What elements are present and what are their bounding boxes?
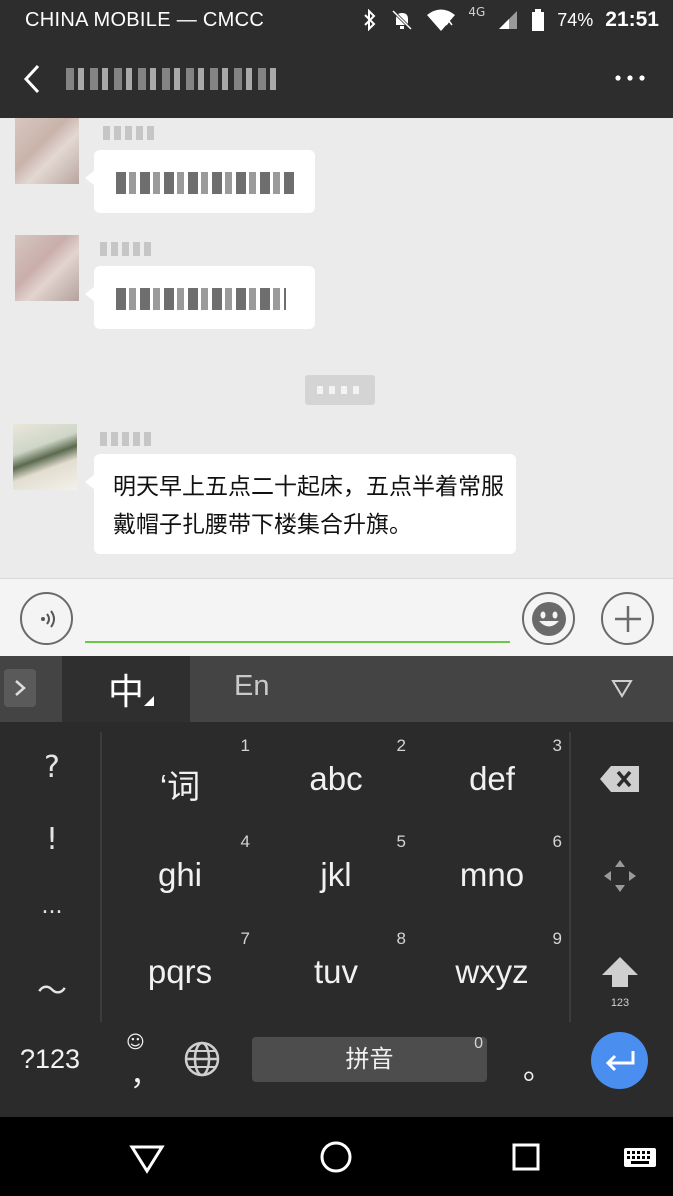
status-icons: 4G 74% 21:51 [362, 5, 659, 34]
symbol-key[interactable]: ! [22, 822, 82, 857]
status-bar: CHINA MOBILE — CMCC 4G 74% 21:51 [0, 0, 673, 40]
back-triangle-icon[interactable] [129, 1139, 165, 1175]
back-arrow-icon[interactable] [16, 62, 50, 96]
title-bar [0, 40, 673, 118]
key-6[interactable]: 6 mno [414, 818, 570, 914]
corner-indicator-icon [144, 696, 154, 706]
backspace-icon [600, 766, 639, 792]
key-3[interactable]: 3 def [414, 722, 570, 818]
bluetooth-icon [364, 9, 376, 31]
key-label: tuv [313, 953, 359, 990]
key-label: mno [459, 856, 525, 893]
space-number: 0 [474, 1035, 483, 1052]
key-number: 7 [240, 929, 250, 948]
emoji-icon [531, 601, 566, 636]
sender-name-redacted [100, 242, 155, 256]
numbers-switch-key[interactable]: ?123 [20, 1044, 80, 1075]
notifications-off-icon [392, 9, 413, 31]
chevron-right-icon [15, 680, 26, 696]
space-label: 拼音 [345, 1045, 394, 1073]
cursor-move-key[interactable] [590, 846, 650, 906]
expand-toolbar-button[interactable] [4, 669, 36, 707]
keyboard: ? ! ... ～ 1 ‘词 2 abc 3 def 4 ghi 5 jkl 6 mno 7… [0, 722, 673, 1117]
key-number: 8 [396, 929, 406, 948]
key-number: 1 [240, 736, 250, 755]
wifi-icon [427, 9, 456, 31]
timestamp-redacted [305, 375, 375, 405]
battery-icon [532, 9, 545, 31]
message-bubble[interactable] [85, 266, 315, 329]
message-text-redacted [116, 172, 296, 194]
key-number: 6 [552, 832, 562, 851]
shift-key[interactable] [590, 942, 650, 1002]
key-label: abc [309, 760, 363, 797]
voice-input-button[interactable] [20, 592, 73, 645]
message-text-redacted [116, 288, 286, 310]
chat-title-redacted [66, 68, 281, 90]
key-label: ‘词 [159, 768, 201, 805]
globe-icon[interactable] [183, 1040, 221, 1078]
avatar[interactable] [15, 118, 79, 184]
avatar[interactable] [15, 235, 79, 301]
symbol-key[interactable]: ? [22, 750, 82, 785]
enter-key[interactable] [591, 1032, 648, 1089]
input-bar [0, 578, 673, 656]
more-options-button[interactable] [601, 592, 654, 645]
shift-sub-label: 123 [610, 997, 630, 1009]
battery-percent: 74% [557, 9, 594, 30]
key-label: wxyz [455, 953, 529, 990]
tab-chinese[interactable]: 中 [62, 656, 190, 722]
symbol-key[interactable]: ～ [22, 966, 82, 1010]
collapse-keyboard-icon[interactable] [611, 678, 633, 698]
backspace-key[interactable] [590, 749, 650, 809]
tab-english[interactable]: En [234, 670, 269, 703]
space-key[interactable]: 拼音 0 [252, 1035, 487, 1082]
recents-square-icon[interactable] [508, 1139, 544, 1175]
key-label: def [469, 760, 515, 797]
plus-icon [614, 605, 641, 632]
comma-key[interactable]: ☺ ， [120, 1032, 160, 1093]
avatar[interactable] [13, 424, 77, 490]
chat-area[interactable]: 明天早上五点二十起床，五点半着常服戴帽子扎腰带下楼集合升旗。 [0, 118, 673, 578]
message-text: 明天早上五点二十起床，五点半着常服戴帽子扎腰带下楼集合升旗。 [113, 474, 504, 538]
key-9[interactable]: 9 wxyz [414, 915, 570, 1011]
sender-name-redacted [103, 126, 155, 140]
tab-chinese-label: 中 [107, 672, 144, 713]
message-input[interactable] [85, 595, 510, 643]
more-icon[interactable] [613, 72, 647, 84]
period-key[interactable]: 。 [523, 1044, 553, 1088]
shift-arrow-icon [602, 957, 638, 987]
key-number: 3 [552, 736, 562, 755]
key-8[interactable]: 8 tuv [258, 915, 414, 1011]
key-5[interactable]: 5 jkl [258, 818, 414, 914]
clock: 21:51 [605, 8, 659, 31]
enter-icon [605, 1050, 634, 1071]
navigation-bar [0, 1117, 673, 1196]
voice-input-icon [40, 609, 55, 628]
cursor-move-icon [604, 860, 636, 892]
key-7[interactable]: 7 pqrs [102, 915, 258, 1011]
emoji-button[interactable] [522, 592, 575, 645]
signal-icon [499, 11, 518, 29]
keyboard-icon[interactable] [622, 1139, 658, 1175]
key-number: 4 [240, 832, 250, 851]
keyboard-toolbar: 中 En [0, 656, 673, 722]
key-4[interactable]: 4 ghi [102, 818, 258, 914]
home-circle-icon[interactable] [318, 1139, 354, 1175]
key-label: jkl [320, 856, 352, 893]
comma-label: ， [130, 1058, 160, 1093]
key-label: pqrs [147, 953, 213, 990]
carrier-name: CHINA MOBILE — CMCC [25, 9, 265, 31]
sender-name-redacted [100, 432, 155, 446]
key-2[interactable]: 2 abc [258, 722, 414, 818]
network-type: 4G [468, 5, 486, 19]
key-number: 2 [396, 736, 406, 755]
key-1[interactable]: 1 ‘词 [102, 722, 258, 818]
message-bubble[interactable]: 明天早上五点二十起床，五点半着常服戴帽子扎腰带下楼集合升旗。 [85, 454, 516, 554]
key-number: 9 [552, 929, 562, 948]
symbol-key[interactable]: ... [22, 894, 82, 919]
key-number: 5 [396, 832, 406, 851]
message-bubble[interactable] [85, 150, 315, 213]
key-label: ghi [157, 856, 203, 893]
